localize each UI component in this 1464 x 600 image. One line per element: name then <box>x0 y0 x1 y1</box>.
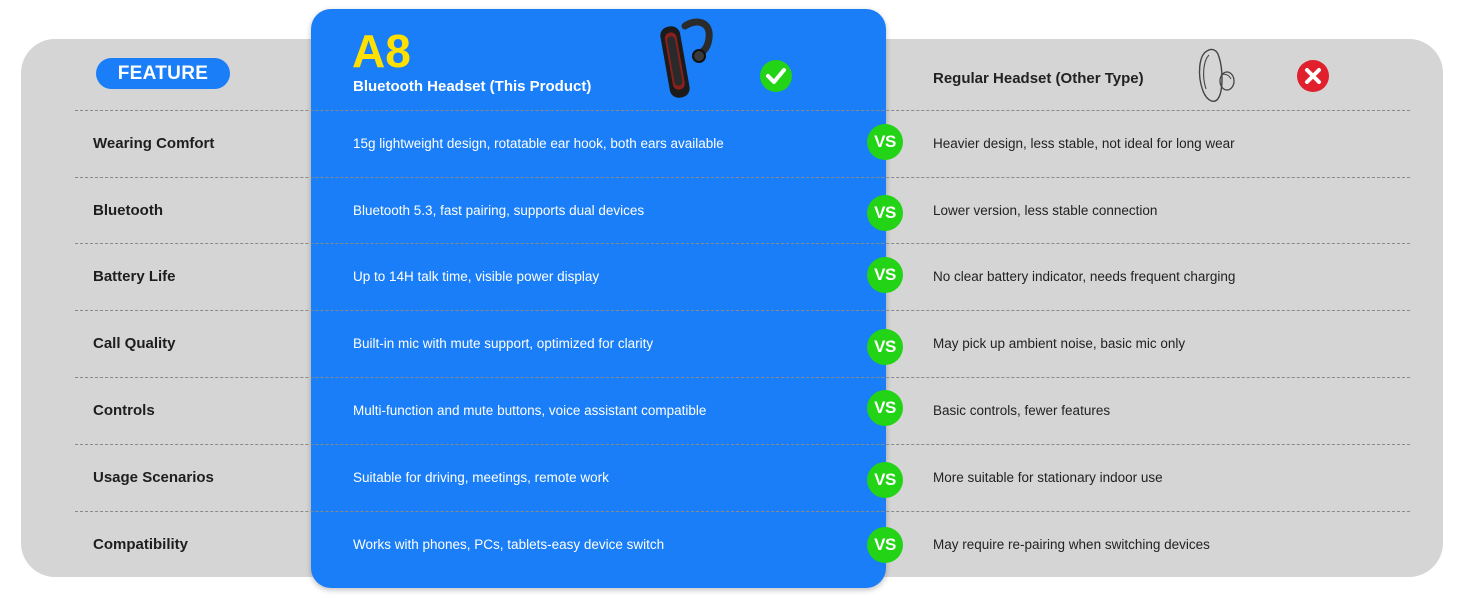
comparison-row-bluetooth: Bluetooth Bluetooth 5.3, fast pairing, s… <box>0 177 1464 244</box>
feature-label: Compatibility <box>93 536 189 553</box>
feature-label: Battery Life <box>93 268 176 285</box>
feature-label: Usage Scenarios <box>93 469 214 486</box>
x-circle-icon <box>1297 60 1329 92</box>
other-product-title: Regular Headset (Other Type) <box>933 70 1144 87</box>
a8-spec: Up to 14H talk time, visible power displ… <box>353 269 600 284</box>
a8-spec: Bluetooth 5.3, fast pairing, supports du… <box>353 203 645 218</box>
other-spec: Basic controls, fewer features <box>933 403 1111 418</box>
vs-badge: VS <box>867 462 903 498</box>
feature-label: Call Quality <box>93 335 176 352</box>
a8-headset-image <box>660 18 713 98</box>
product-subtitle: Bluetooth Headset (This Product) <box>353 78 592 95</box>
other-spec: Heavier design, less stable, not ideal f… <box>933 136 1235 151</box>
vs-badge: VS <box>867 195 903 231</box>
feature-header-pill: FEATURE <box>96 58 230 89</box>
a8-spec: Multi-function and mute buttons, voice a… <box>353 403 707 418</box>
comparison-row-wearing-comfort: Wearing Comfort 15g lightweight design, … <box>0 110 1464 177</box>
other-spec: May pick up ambient noise, basic mic onl… <box>933 336 1186 351</box>
vs-badge: VS <box>867 257 903 293</box>
feature-label: Controls <box>93 402 155 419</box>
comparison-row-compatibility: Compatibility Works with phones, PCs, ta… <box>0 511 1464 578</box>
check-circle-icon <box>760 60 792 92</box>
feature-label: Bluetooth <box>93 202 163 219</box>
a8-spec: Suitable for driving, meetings, remote w… <box>353 470 609 485</box>
other-spec: More suitable for stationary indoor use <box>933 470 1163 485</box>
other-spec: No clear battery indicator, needs freque… <box>933 269 1236 284</box>
vs-badge: VS <box>867 527 903 563</box>
comparison-row-call-quality: Call Quality Built-in mic with mute supp… <box>0 310 1464 377</box>
a8-spec: 15g lightweight design, rotatable ear ho… <box>353 136 724 151</box>
vs-badge: VS <box>867 390 903 426</box>
comparison-row-battery-life: Battery Life Up to 14H talk time, visibl… <box>0 243 1464 310</box>
feature-label: Wearing Comfort <box>93 135 215 152</box>
vs-badge: VS <box>867 329 903 365</box>
a8-spec: Built-in mic with mute support, optimize… <box>353 336 654 351</box>
other-spec: Lower version, less stable connection <box>933 203 1158 218</box>
regular-headset-image <box>1198 48 1235 102</box>
other-spec: May require re-pairing when switching de… <box>933 537 1210 552</box>
product-name: A8 <box>352 25 411 77</box>
a8-spec: Works with phones, PCs, tablets-easy dev… <box>353 537 665 552</box>
vs-badge: VS <box>867 124 903 160</box>
comparison-row-controls: Controls Multi-function and mute buttons… <box>0 377 1464 444</box>
comparison-row-usage-scenarios: Usage Scenarios Suitable for driving, me… <box>0 444 1464 511</box>
